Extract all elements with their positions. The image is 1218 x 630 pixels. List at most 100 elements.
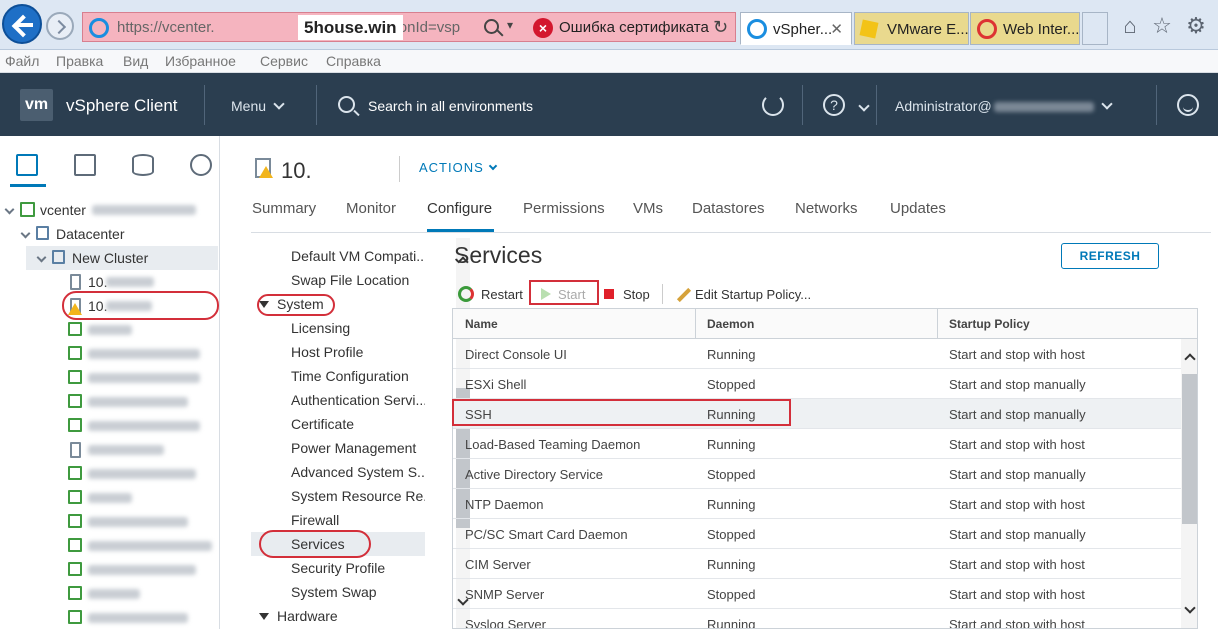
settings-item[interactable]: Advanced System S... — [291, 464, 425, 480]
menu-edit[interactable]: Правка — [56, 53, 103, 69]
settings-item[interactable]: Host Profile — [291, 344, 425, 360]
service-name-cell: SNMP Server — [465, 587, 545, 602]
annotation-box-start — [529, 280, 599, 305]
tree-item-vm[interactable] — [0, 462, 220, 486]
table-row[interactable]: Load-Based Teaming Daemon Running Start an… — [453, 429, 1181, 459]
browser-tab-vsphere[interactable]: vSpher... ✕ — [740, 12, 852, 45]
menu-button[interactable]: Menu — [231, 98, 285, 114]
tree-item-vm[interactable] — [0, 342, 220, 366]
settings-item[interactable]: Power Management — [291, 440, 425, 456]
tab-updates[interactable]: Updates — [890, 200, 946, 217]
tree-item-vcenter[interactable]: vcenter — [0, 198, 220, 222]
menu-view[interactable]: Вид — [123, 53, 148, 69]
refresh-button[interactable]: REFRESH — [1061, 243, 1159, 269]
global-search-input[interactable]: Search in all environments — [368, 98, 533, 114]
tree-item-vm[interactable] — [0, 510, 220, 534]
vms-templates-icon[interactable] — [74, 154, 96, 176]
help-icon[interactable]: ? — [823, 94, 845, 116]
settings-item[interactable]: Security Profile — [291, 560, 425, 576]
table-row[interactable]: NTP Daemon Running Start and stop with hos… — [453, 489, 1181, 519]
tab-vms[interactable]: VMs — [633, 200, 663, 217]
feedback-smiley-icon[interactable] — [1177, 94, 1199, 116]
chevron-down-icon[interactable] — [36, 252, 47, 263]
chevron-down-icon[interactable] — [20, 228, 31, 239]
home-icon[interactable]: ⌂ — [1118, 14, 1142, 38]
tree-item-vm[interactable] — [0, 606, 220, 630]
table-row[interactable]: ESXi Shell Stopped Start and stop manually — [453, 369, 1181, 399]
certificate-error-label[interactable]: Ошибка сертификата — [559, 19, 709, 36]
close-icon[interactable]: ✕ — [830, 20, 843, 38]
storage-icon[interactable] — [132, 154, 154, 176]
address-bar[interactable]: https://vcenter./ui/#?extensionId=vsp 5h… — [82, 12, 736, 42]
tree-item-vm[interactable] — [0, 534, 220, 558]
table-row[interactable]: CIM Server Running Start and stop with hos… — [453, 549, 1181, 579]
settings-item[interactable]: Authentication Servi... — [291, 392, 425, 408]
menu-file[interactable]: Файл — [5, 53, 39, 69]
user-menu[interactable]: Administrator@ — [895, 98, 1113, 114]
settings-item[interactable]: Firewall — [291, 512, 425, 528]
chevron-down-icon[interactable] — [858, 100, 870, 112]
tab-configure[interactable]: Configure — [427, 200, 492, 217]
back-arrow-icon[interactable] — [2, 4, 42, 44]
vm-icon — [68, 538, 82, 552]
table-row[interactable]: Direct Console UI Running Start and stop w… — [453, 339, 1181, 369]
daemon-status-cell: Stopped — [707, 527, 756, 542]
tab-summary[interactable]: Summary — [252, 200, 316, 217]
settings-item[interactable]: System Resource Re... — [291, 488, 425, 504]
favorites-star-icon[interactable]: ☆ — [1150, 14, 1174, 38]
tree-item-datacenter[interactable]: Datacenter — [0, 222, 220, 246]
table-row[interactable]: Syslog Server Running Start and stop with … — [453, 609, 1181, 629]
forward-arrow-icon[interactable] — [46, 12, 74, 40]
column-header-startup-policy[interactable]: Startup Policy — [949, 317, 1030, 331]
tree-item-vm[interactable] — [0, 438, 220, 462]
actions-menu-button[interactable]: ACTIONS — [419, 160, 498, 175]
table-row[interactable]: Active Directory Service Stopped Start and… — [453, 459, 1181, 489]
tree-item-vm[interactable] — [0, 486, 220, 510]
tree-item-vm[interactable] — [0, 414, 220, 438]
tab-monitor[interactable]: Monitor — [346, 200, 396, 217]
table-row[interactable]: SNMP Server Stopped Start and stop with ho… — [453, 579, 1181, 609]
column-header-daemon[interactable]: Daemon — [707, 317, 754, 331]
tree-item-cluster[interactable]: New Cluster — [0, 246, 220, 270]
certificate-error-icon[interactable]: × — [533, 18, 553, 38]
daemon-status-cell: Running — [707, 617, 756, 629]
browser-tab-web-interface[interactable]: Web Inter... — [970, 12, 1080, 45]
tab-permissions[interactable]: Permissions — [523, 200, 605, 217]
tree-item-vm[interactable] — [0, 366, 220, 390]
tab-networks[interactable]: Networks — [795, 200, 858, 217]
scrollbar-thumb[interactable] — [1182, 374, 1197, 524]
tree-item-vm[interactable] — [0, 390, 220, 414]
menu-tools[interactable]: Сервис — [260, 53, 308, 69]
menu-help[interactable]: Справка — [326, 53, 381, 69]
menu-favorites[interactable]: Избранное — [165, 53, 236, 69]
pencil-icon — [676, 287, 692, 303]
new-tab-button[interactable] — [1082, 12, 1108, 45]
column-header-name[interactable]: Name — [465, 317, 498, 331]
hosts-clusters-icon[interactable] — [16, 154, 38, 176]
networking-icon[interactable] — [190, 154, 212, 176]
table-row[interactable]: PC/SC Smart Card Daemon Stopped Start and … — [453, 519, 1181, 549]
search-icon[interactable] — [484, 19, 499, 34]
refresh-icon[interactable]: ↻ — [713, 17, 728, 38]
divider — [251, 232, 1211, 233]
service-name-cell: Load-Based Teaming Daemon — [465, 437, 641, 452]
settings-item[interactable]: System Swap — [291, 584, 425, 600]
vm-icon — [68, 466, 82, 480]
chevron-down-icon[interactable]: ▾ — [507, 18, 513, 32]
tree-item-vm[interactable] — [0, 318, 220, 342]
settings-item[interactable]: Default VM Compati... — [291, 248, 425, 264]
refresh-icon[interactable] — [762, 94, 784, 116]
tree-item-vm[interactable] — [0, 558, 220, 582]
caret-down-icon[interactable] — [259, 613, 269, 620]
tree-item-vm[interactable] — [0, 582, 220, 606]
tab-datastores[interactable]: Datastores — [692, 200, 765, 217]
startup-policy-cell: Start and stop with host — [949, 587, 1085, 602]
settings-item[interactable]: Licensing — [291, 320, 425, 336]
browser-tab-vmware[interactable]: VMware E... — [854, 12, 969, 45]
gear-icon[interactable]: ⚙ — [1184, 14, 1208, 38]
chevron-down-icon[interactable] — [4, 204, 15, 215]
settings-item[interactable]: Swap File Location — [291, 272, 425, 288]
settings-item[interactable]: Certificate — [291, 416, 425, 432]
settings-group-hardware[interactable]: Hardware — [277, 608, 338, 624]
settings-item[interactable]: Time Configuration — [291, 368, 425, 384]
